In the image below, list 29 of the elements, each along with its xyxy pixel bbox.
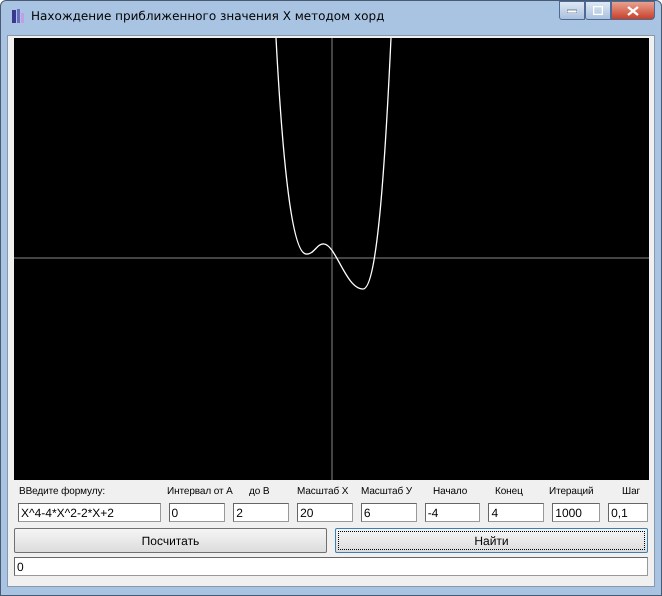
formula-label: ВВедите формулу: [19, 486, 106, 499]
minimize-icon [567, 8, 577, 12]
minimize-button[interactable] [559, 1, 585, 20]
close-button[interactable] [611, 1, 655, 20]
field-label: Масштаб X [297, 486, 348, 499]
parameter-input[interactable]: 20 [297, 503, 353, 522]
maximize-icon [593, 6, 603, 15]
field-label: Масштаб У [361, 486, 412, 499]
parameter-input[interactable]: -4 [424, 503, 480, 522]
parameter-input[interactable]: 0,1 [608, 503, 648, 522]
parameter-input[interactable]: 6 [360, 503, 417, 522]
window-title: Нахождение приближенного значения X методом хорд [31, 9, 384, 23]
field-label: Конец [495, 486, 523, 499]
parameter-input[interactable]: 4 [488, 503, 544, 522]
formula-input[interactable]: X^4-4*X^2-2*X+2 [18, 503, 160, 522]
parameter-input[interactable]: 1000 [552, 503, 600, 522]
field-label: Итераций [549, 486, 594, 499]
app-icon [11, 8, 25, 24]
action-button[interactable]: Найти [335, 528, 648, 553]
close-icon [627, 6, 639, 16]
field-label: Интервал от А [167, 486, 233, 499]
action-button[interactable]: Посчитать [14, 528, 327, 553]
parameter-input[interactable]: 2 [233, 503, 290, 522]
result-field[interactable]: 0 [14, 557, 648, 576]
field-label: Начало [433, 486, 468, 499]
parameter-input[interactable]: 0 [168, 503, 226, 522]
field-label: Шаг [622, 486, 640, 499]
field-label: до В [249, 486, 270, 499]
maximize-button[interactable] [585, 1, 611, 20]
